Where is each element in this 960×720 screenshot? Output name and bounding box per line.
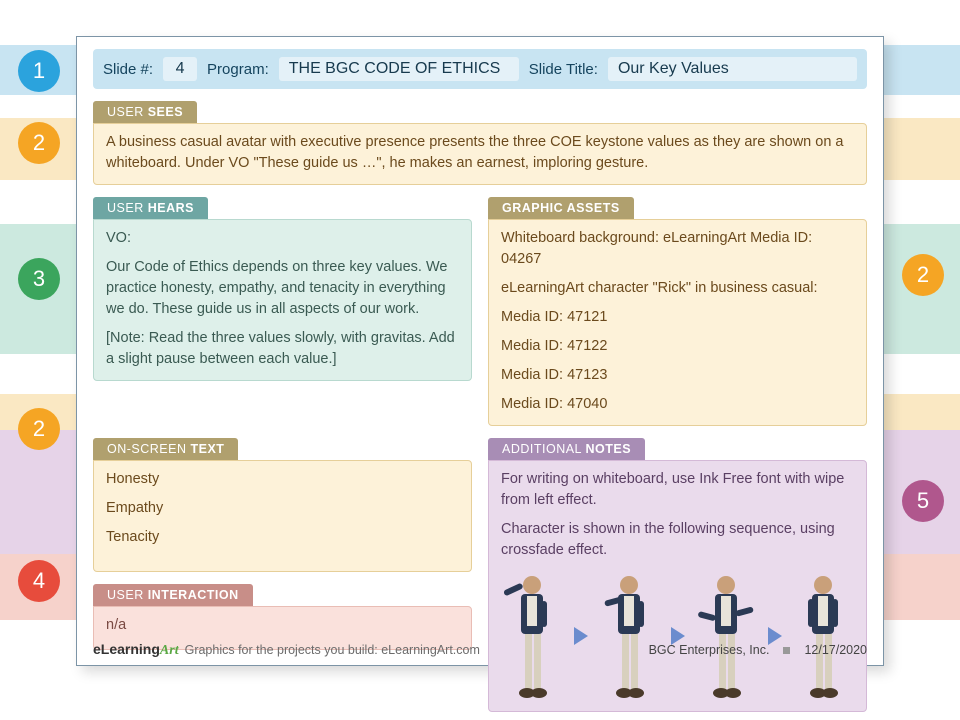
- asset-line-2: eLearningArt character "Rick" in busines…: [501, 278, 854, 299]
- user-sees-title-b: SEES: [148, 105, 183, 119]
- footer: eLearningArt Graphics for the projects y…: [93, 641, 867, 659]
- character-sequence: [501, 571, 854, 701]
- notes-p1: For writing on whiteboard, use Ink Free …: [501, 469, 854, 511]
- interaction-title-a: USER: [107, 588, 148, 602]
- program-label: Program:: [207, 61, 269, 78]
- user-sees-title-a: USER: [107, 105, 148, 119]
- asset-line-5: Media ID: 47123: [501, 365, 854, 386]
- badge-2-left-b: 2: [18, 408, 60, 450]
- square-icon: [783, 647, 790, 654]
- user-interaction-tab: USER INTERACTION: [93, 584, 253, 606]
- footer-date: 12/17/2020: [804, 643, 867, 657]
- onscreen-l3: Tenacity: [106, 527, 459, 548]
- storyboard-frame: Slide #: 4 Program: THE BGC CODE OF ETHI…: [76, 36, 884, 666]
- asset-line-6: Media ID: 47040: [501, 394, 854, 415]
- asset-line-1: Whiteboard background: eLearningArt Medi…: [501, 228, 854, 270]
- notes-p2: Character is shown in the following sequ…: [501, 519, 854, 561]
- graphic-assets-box: GRAPHIC ASSETS Whiteboard background: eL…: [488, 197, 867, 426]
- badge-2-left-a: 2: [18, 122, 60, 164]
- pose-3: [695, 571, 757, 701]
- user-hears-title-b: HEARS: [148, 201, 194, 215]
- interaction-body: n/a: [106, 615, 459, 636]
- onscreen-l2: Empathy: [106, 498, 459, 519]
- badge-1: 1: [18, 50, 60, 92]
- user-sees-tab: USER SEES: [93, 101, 197, 123]
- badge-4: 4: [18, 560, 60, 602]
- footer-tagline: Graphics for the projects you build: eLe…: [185, 643, 480, 657]
- slide-title-value: Our Key Values: [608, 57, 857, 81]
- footer-logo: eLearningArt: [93, 641, 179, 659]
- user-sees-body: A business casual avatar with executive …: [106, 132, 854, 174]
- graphic-assets-title: GRAPHIC ASSETS: [502, 201, 620, 215]
- pose-2: [598, 571, 660, 701]
- vo-note: [Note: Read the three values slowly, wit…: [106, 328, 459, 370]
- interaction-title-b: INTERACTION: [148, 588, 239, 602]
- notes-title-a: ADDITIONAL: [502, 442, 586, 456]
- logo-text-b: Art: [160, 643, 179, 658]
- additional-notes-tab: ADDITIONAL NOTES: [488, 438, 645, 460]
- pose-4: [792, 571, 854, 701]
- badge-2-right: 2: [902, 254, 944, 296]
- notes-title-b: NOTES: [586, 442, 632, 456]
- slide-number-label: Slide #:: [103, 61, 153, 78]
- slide-number-value: 4: [163, 57, 197, 81]
- badge-3: 3: [18, 258, 60, 300]
- meta-row: Slide #: 4 Program: THE BGC CODE OF ETHI…: [93, 49, 867, 89]
- user-hears-title-a: USER: [107, 201, 148, 215]
- program-value: THE BGC CODE OF ETHICS: [279, 57, 519, 81]
- user-sees-box: USER SEES A business casual avatar with …: [93, 101, 867, 185]
- vo-body: Our Code of Ethics depends on three key …: [106, 257, 459, 320]
- onscreen-text-box: ON-SCREEN TEXT Honesty Empathy Tenacity: [93, 438, 472, 572]
- onscreen-title-a: ON-SCREEN: [107, 442, 190, 456]
- additional-notes-box: ADDITIONAL NOTES For writing on whiteboa…: [488, 438, 867, 712]
- onscreen-l1: Honesty: [106, 469, 459, 490]
- asset-line-3: Media ID: 47121: [501, 307, 854, 328]
- vo-label: VO:: [106, 228, 459, 249]
- logo-text-a: eLearning: [93, 641, 160, 657]
- user-hears-box: USER HEARS VO: Our Code of Ethics depend…: [93, 197, 472, 426]
- onscreen-text-tab: ON-SCREEN TEXT: [93, 438, 238, 460]
- badge-5: 5: [902, 480, 944, 522]
- slide-title-label: Slide Title:: [529, 61, 598, 78]
- asset-line-4: Media ID: 47122: [501, 336, 854, 357]
- graphic-assets-tab: GRAPHIC ASSETS: [488, 197, 634, 219]
- onscreen-title-b: TEXT: [190, 442, 224, 456]
- pose-1: [501, 571, 563, 701]
- footer-company: BGC Enterprises, Inc.: [649, 643, 770, 657]
- user-hears-tab: USER HEARS: [93, 197, 208, 219]
